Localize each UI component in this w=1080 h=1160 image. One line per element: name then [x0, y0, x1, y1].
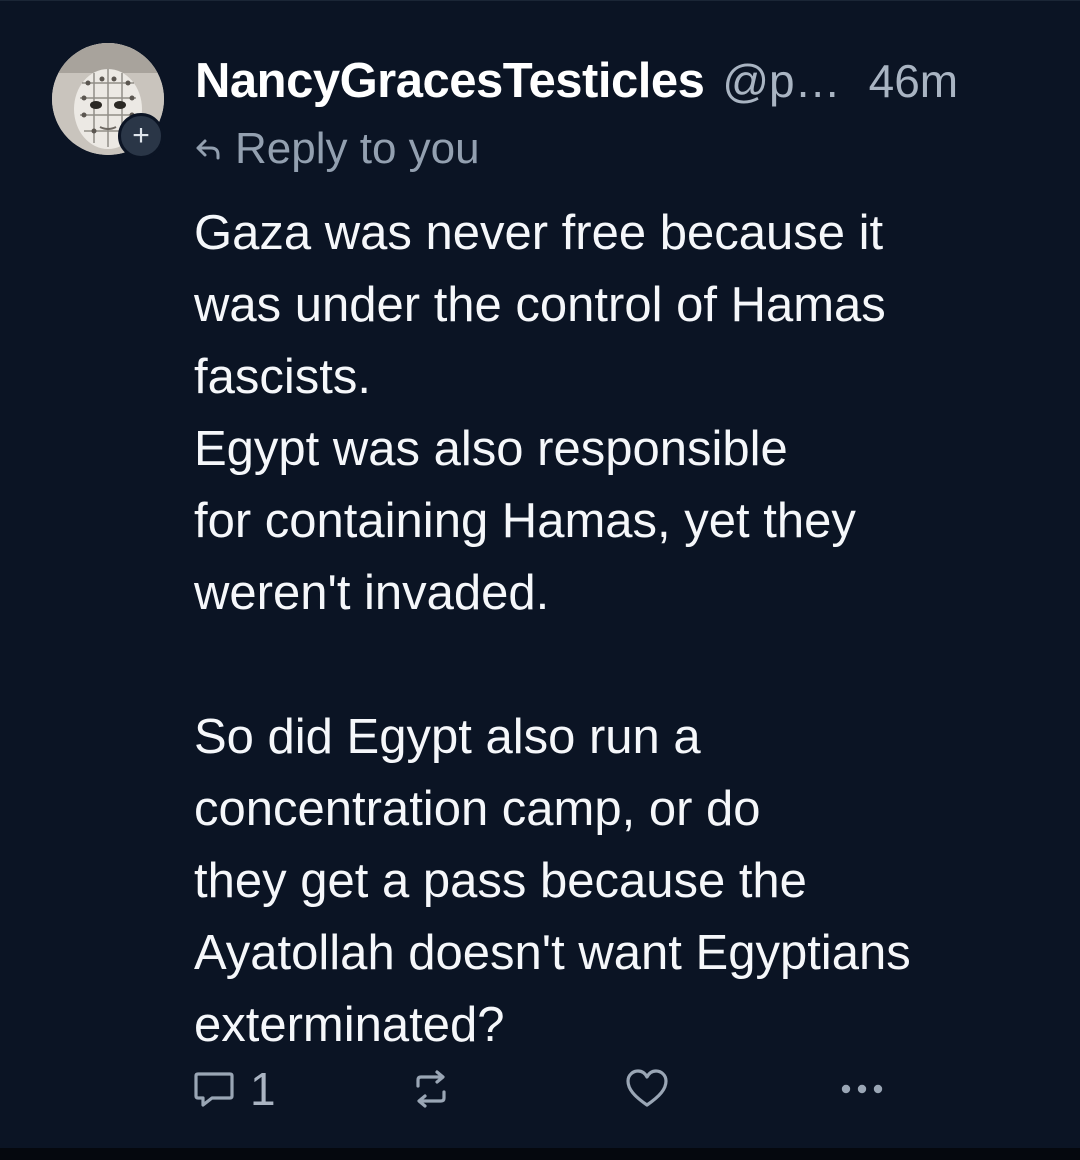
- body-line: fascists.: [194, 350, 371, 404]
- like-button[interactable]: [624, 1061, 670, 1117]
- comment-icon: [194, 1072, 234, 1107]
- repost-button[interactable]: [410, 1061, 452, 1117]
- post-body: Gaza was never free because it was under…: [194, 197, 1054, 1061]
- reply-count: 1: [250, 1063, 276, 1115]
- more-button[interactable]: [838, 1061, 886, 1117]
- body-paragraph: So did Egypt also run a concentration ca…: [194, 701, 1054, 1061]
- avatar-container[interactable]: +: [52, 43, 164, 159]
- body-line: Egypt was also responsible: [194, 422, 788, 476]
- bottom-divider: [0, 1148, 1080, 1160]
- body-line: Ayatollah doesn't want Egyptians: [194, 926, 911, 980]
- body-line: they get a pass because the: [194, 854, 807, 908]
- heart-icon: [626, 1069, 668, 1107]
- body-paragraph: Gaza was never free because it was under…: [194, 197, 1054, 629]
- plus-icon: +: [132, 119, 150, 152]
- follow-badge[interactable]: +: [118, 113, 164, 159]
- post-header: NancyGracesTesticles @p… 46m: [195, 53, 1040, 113]
- post-timestamp[interactable]: 46m: [869, 54, 958, 108]
- body-line: exterminated?: [194, 998, 505, 1052]
- body-line: concentration camp, or do: [194, 782, 761, 836]
- reply-arrow-icon: [196, 139, 220, 160]
- post-card[interactable]: + NancyGracesTesticles @p… 46m Reply to …: [0, 0, 1080, 1148]
- body-line: was under the control of Hamas: [194, 278, 886, 332]
- more-icon: [841, 1084, 883, 1094]
- reply-label: Reply to you: [235, 124, 480, 173]
- action-bar: 1: [192, 1061, 912, 1117]
- body-line: Gaza was never free because it: [194, 206, 884, 260]
- body-line: for containing Hamas, yet they: [194, 494, 856, 548]
- author-display-name[interactable]: NancyGracesTesticles: [195, 53, 705, 109]
- reply-context: Reply to you: [195, 121, 480, 177]
- body-line: So did Egypt also run a: [194, 710, 701, 764]
- body-line: weren't invaded.: [194, 566, 550, 620]
- author-handle[interactable]: @p…: [722, 54, 840, 108]
- repost-icon: [416, 1070, 446, 1108]
- reply-button[interactable]: 1: [192, 1061, 276, 1117]
